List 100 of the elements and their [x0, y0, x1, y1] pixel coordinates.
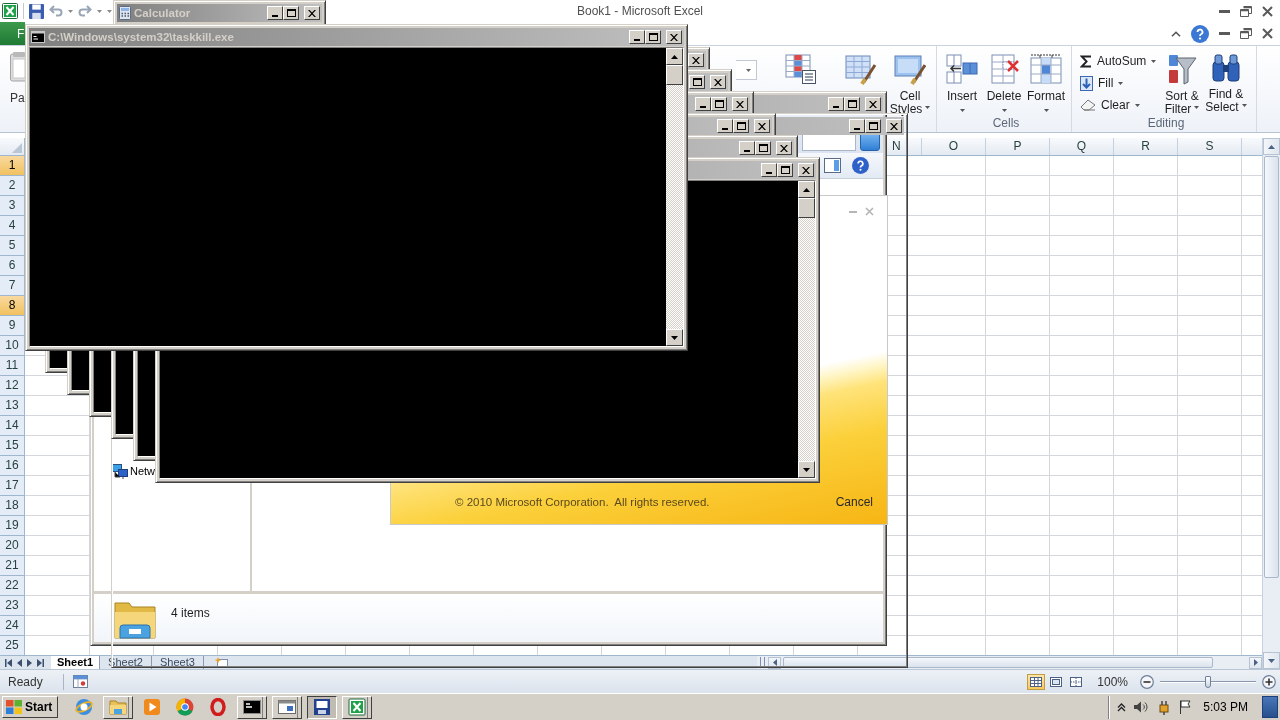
- minimize-button[interactable]: [849, 119, 865, 133]
- cell-grid[interactable]: [908, 156, 1262, 655]
- record-icon[interactable]: [72, 675, 88, 688]
- column-header[interactable]: N: [887, 138, 904, 155]
- cell-styles-button[interactable]: Cell Styles: [889, 50, 931, 116]
- format-button[interactable]: Format: [1025, 50, 1067, 112]
- row-header[interactable]: 20: [0, 536, 25, 556]
- row-header[interactable]: 18: [0, 496, 25, 516]
- row-header[interactable]: 19: [0, 516, 25, 536]
- maximize-button[interactable]: [733, 119, 749, 133]
- minimize-button[interactable]: [739, 141, 755, 155]
- row-header[interactable]: 6: [0, 256, 25, 276]
- maximize-button[interactable]: [711, 97, 727, 111]
- maximize-button[interactable]: [283, 6, 299, 20]
- row-header[interactable]: 25: [0, 636, 25, 655]
- row-header[interactable]: 12: [0, 376, 25, 396]
- wheel-icon[interactable]: [176, 698, 195, 716]
- spreadsheet-icon[interactable]: [2, 3, 18, 19]
- vertical-scrollbar[interactable]: [1262, 138, 1280, 669]
- row-header[interactable]: 17: [0, 476, 25, 496]
- row-header[interactable]: 10: [0, 336, 25, 356]
- first-sheet-icon[interactable]: [5, 658, 12, 667]
- sheet-tab[interactable]: Sheet1: [51, 656, 101, 669]
- maximize-button[interactable]: [689, 75, 705, 89]
- slider-thumb[interactable]: [1205, 675, 1211, 688]
- previous-sheet-icon[interactable]: [17, 658, 22, 667]
- row-header[interactable]: 24: [0, 616, 25, 636]
- normal-view-button[interactable]: [1027, 673, 1046, 690]
- zoom-slider[interactable]: [1160, 674, 1256, 689]
- row-header[interactable]: 1: [0, 156, 25, 176]
- autosum-button[interactable]: AutoSum: [1076, 50, 1160, 72]
- zoom-out-icon[interactable]: [1140, 674, 1154, 689]
- new-sheet-icon[interactable]: [213, 657, 228, 668]
- row-header[interactable]: 9: [0, 316, 25, 336]
- save-icon[interactable]: [29, 3, 44, 19]
- close-icon[interactable]: [1262, 5, 1273, 17]
- row-header[interactable]: 23: [0, 596, 25, 616]
- column-header[interactable]: P: [986, 138, 1050, 155]
- row-header[interactable]: 8: [0, 296, 25, 316]
- row-header[interactable]: 7: [0, 276, 25, 296]
- row-header[interactable]: 5: [0, 236, 25, 256]
- delete-button[interactable]: Delete: [983, 50, 1025, 112]
- table-icon[interactable]: [785, 53, 817, 85]
- help-icon[interactable]: [852, 157, 869, 174]
- clear-button[interactable]: Clear: [1076, 94, 1160, 116]
- scroll-thumb[interactable]: [783, 657, 1213, 668]
- help-icon[interactable]: [1191, 24, 1209, 43]
- table-brush-icon[interactable]: [845, 53, 877, 85]
- scroll-thumb[interactable]: [1264, 156, 1279, 578]
- cancel-link[interactable]: Cancel: [835, 495, 873, 509]
- column-header[interactable]: Q: [1050, 138, 1114, 155]
- close-icon[interactable]: [1262, 28, 1273, 39]
- flag-icon[interactable]: [1179, 700, 1192, 714]
- split-handle[interactable]: [760, 657, 765, 668]
- minimize-button[interactable]: [717, 119, 733, 133]
- chevron-up-icon[interactable]: [1171, 30, 1181, 37]
- taskbar-button[interactable]: [307, 695, 338, 719]
- minimize-button[interactable]: [695, 97, 711, 111]
- file-tab[interactable]: F: [0, 22, 25, 45]
- next-sheet-icon[interactable]: [27, 658, 32, 667]
- insert-button[interactable]: Insert: [941, 50, 983, 112]
- row-header[interactable]: 15: [0, 436, 25, 456]
- row-header[interactable]: 3: [0, 196, 25, 216]
- column-header[interactable]: O: [922, 138, 986, 155]
- column-header[interactable]: R: [1114, 138, 1178, 155]
- minimize-button[interactable]: [828, 97, 844, 111]
- scroll-right-button[interactable]: [1249, 656, 1262, 669]
- ring-icon[interactable]: [209, 698, 228, 716]
- row-header[interactable]: 13: [0, 396, 25, 416]
- row-header[interactable]: 4: [0, 216, 25, 236]
- minimize-button[interactable]: [267, 6, 283, 20]
- maximize-button[interactable]: [777, 163, 793, 177]
- clock[interactable]: 5:03 PM: [1203, 700, 1248, 714]
- maximize-button[interactable]: [755, 141, 771, 155]
- minimize-button[interactable]: [629, 30, 645, 44]
- nav-item[interactable]: Netw: [112, 463, 156, 479]
- start-button[interactable]: Start: [2, 696, 59, 718]
- row-header[interactable]: 16: [0, 456, 25, 476]
- fill-button[interactable]: Fill: [1076, 72, 1160, 94]
- zoom-level-text[interactable]: 100%: [1097, 674, 1128, 689]
- globe-icon[interactable]: [75, 698, 94, 716]
- maximize-button[interactable]: [645, 30, 661, 44]
- minimize-icon[interactable]: [1219, 9, 1230, 13]
- power-plug-icon[interactable]: [1157, 699, 1172, 715]
- restore-icon[interactable]: [1240, 5, 1252, 17]
- minimize-button[interactable]: [761, 163, 777, 177]
- sort-filter-button[interactable]: Sort & Filter: [1160, 50, 1204, 116]
- find-select-button[interactable]: Find & Select: [1204, 50, 1248, 114]
- row-header[interactable]: 11: [0, 356, 25, 376]
- speaker-icon[interactable]: [1134, 701, 1150, 713]
- maximize-button[interactable]: [865, 119, 881, 133]
- horizontal-scrollbar[interactable]: [757, 656, 1262, 669]
- row-header[interactable]: 2: [0, 176, 25, 196]
- chevron-up-icon[interactable]: [1117, 702, 1127, 712]
- column-header[interactable]: S: [1178, 138, 1242, 155]
- row-header[interactable]: 14: [0, 416, 25, 436]
- row-header[interactable]: 22: [0, 576, 25, 596]
- restore-icon[interactable]: [1240, 28, 1252, 39]
- maximize-button[interactable]: [844, 97, 860, 111]
- caret-icon[interactable]: [68, 9, 73, 13]
